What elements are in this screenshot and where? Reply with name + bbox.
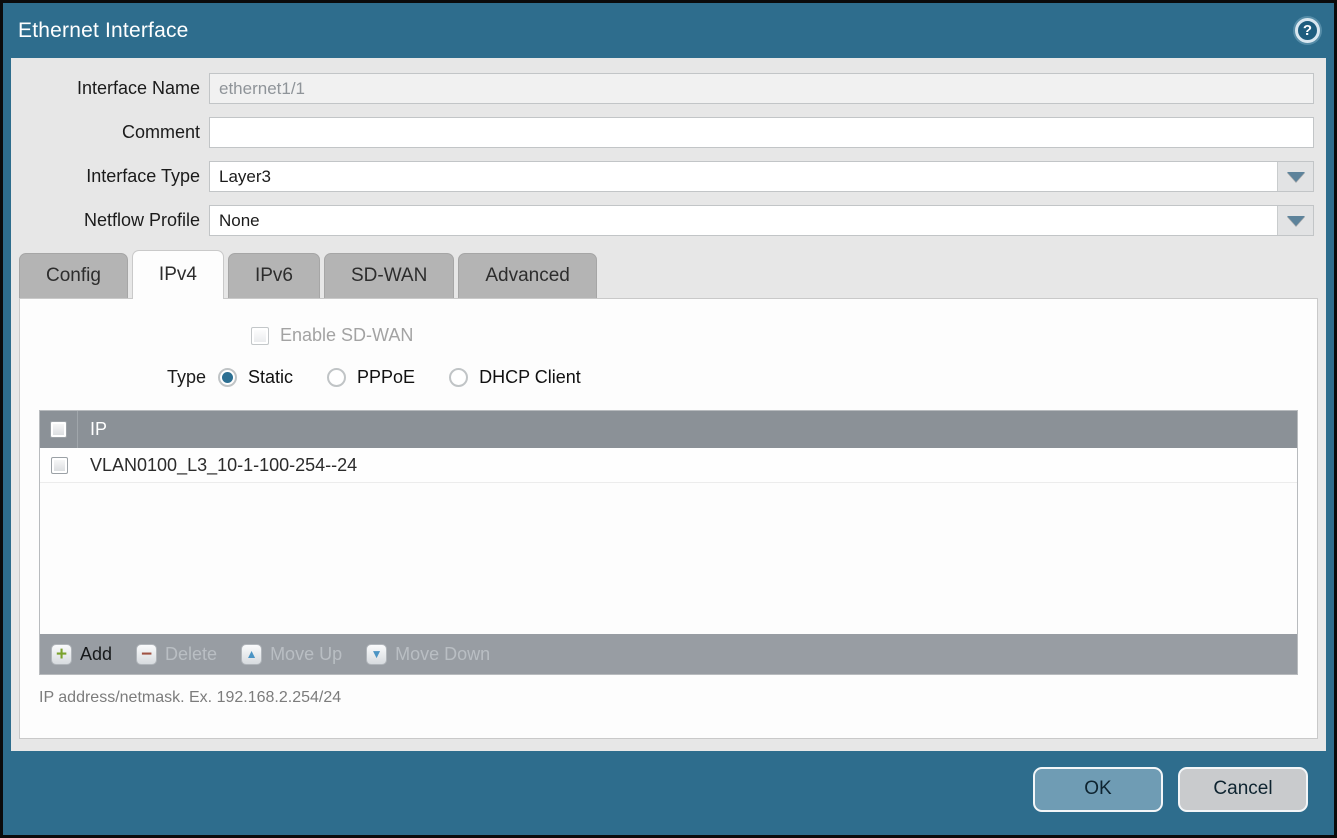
interface-type-input[interactable] <box>210 162 1277 191</box>
interface-type-row: Interface Type <box>11 161 1314 192</box>
interface-type-label: Interface Type <box>11 166 209 187</box>
dialog-footer: OK Cancel <box>3 751 1334 835</box>
ip-format-hint: IP address/netmask. Ex. 192.168.2.254/24 <box>39 689 1298 707</box>
ip-column-header: IP <box>78 419 107 440</box>
radio-dot <box>222 372 233 383</box>
interface-name-input <box>210 74 1313 103</box>
minus-icon: − <box>136 644 157 665</box>
enable-sdwan-row: Enable SD-WAN <box>251 325 1317 346</box>
add-button-label: Add <box>80 644 112 665</box>
type-row: Type Static PPPoE DHCP Client <box>20 367 1317 388</box>
type-label: Type <box>20 367 218 388</box>
radio-dhcp-control[interactable] <box>449 368 468 387</box>
radio-pppoe-label: PPPoE <box>357 367 415 388</box>
enable-sdwan-label: Enable SD-WAN <box>280 325 413 346</box>
radio-static[interactable]: Static <box>218 367 293 388</box>
radio-pppoe-control[interactable] <box>327 368 346 387</box>
comment-label: Comment <box>11 122 209 143</box>
netflow-profile-field <box>209 205 1314 236</box>
tab-ipv4[interactable]: IPv4 <box>132 250 224 299</box>
title-bar: Ethernet Interface ? <box>3 3 1334 58</box>
cancel-button[interactable]: Cancel <box>1178 767 1308 812</box>
comment-field <box>209 117 1314 148</box>
tab-ipv6[interactable]: IPv6 <box>228 253 320 298</box>
help-icon[interactable]: ? <box>1295 18 1320 43</box>
select-all-checkbox[interactable] <box>50 421 67 438</box>
netflow-profile-row: Netflow Profile <box>11 205 1314 236</box>
tab-strip: Config IPv4 IPv6 SD-WAN Advanced <box>11 249 1326 298</box>
chevron-down-icon <box>1287 216 1305 226</box>
table-toolbar: + Add − Delete ▲ Move Up ▼ Move Down <box>40 634 1297 674</box>
interface-name-label: Interface Name <box>11 78 209 99</box>
radio-dhcp-label: DHCP Client <box>479 367 581 388</box>
tab-sdwan[interactable]: SD-WAN <box>324 253 454 298</box>
radio-static-control[interactable] <box>218 368 237 387</box>
move-down-button-label: Move Down <box>395 644 490 665</box>
interface-name-field <box>209 73 1314 104</box>
chevron-down-icon <box>1287 172 1305 182</box>
delete-button-label: Delete <box>165 644 217 665</box>
row-checkbox[interactable] <box>51 457 68 474</box>
dialog-title: Ethernet Interface <box>18 19 189 43</box>
move-up-button-label: Move Up <box>270 644 342 665</box>
add-button[interactable]: + Add <box>51 644 112 665</box>
netflow-profile-dropdown-button[interactable] <box>1277 206 1313 235</box>
interface-type-field <box>209 161 1314 192</box>
ok-button[interactable]: OK <box>1033 767 1163 812</box>
ip-cell-value: VLAN0100_L3_10-1-100-254--24 <box>78 455 357 476</box>
comment-input[interactable] <box>210 118 1313 147</box>
delete-button[interactable]: − Delete <box>136 644 217 665</box>
row-checkbox-cell <box>40 457 78 474</box>
interface-type-dropdown-button[interactable] <box>1277 162 1313 191</box>
arrow-up-icon: ▲ <box>241 644 262 665</box>
select-all-cell <box>40 411 78 448</box>
radio-dhcp-client[interactable]: DHCP Client <box>449 367 581 388</box>
interface-name-row: Interface Name <box>11 73 1314 104</box>
tab-config[interactable]: Config <box>19 253 128 298</box>
radio-pppoe[interactable]: PPPoE <box>327 367 415 388</box>
table-empty-area <box>40 483 1297 634</box>
ip-table: IP VLAN0100_L3_10-1-100-254--24 + Add − <box>39 410 1298 675</box>
netflow-profile-input[interactable] <box>210 206 1277 235</box>
table-row[interactable]: VLAN0100_L3_10-1-100-254--24 <box>40 448 1297 483</box>
ipv4-tab-panel: Enable SD-WAN Type Static PPPoE DHCP Cli… <box>19 298 1318 739</box>
ethernet-interface-dialog: Ethernet Interface ? Interface Name Comm… <box>0 0 1337 838</box>
comment-row: Comment <box>11 117 1314 148</box>
dialog-body: Interface Name Comment Interface Type <box>11 58 1326 751</box>
arrow-down-icon: ▼ <box>366 644 387 665</box>
netflow-profile-label: Netflow Profile <box>11 210 209 231</box>
move-up-button[interactable]: ▲ Move Up <box>241 644 342 665</box>
radio-static-label: Static <box>248 367 293 388</box>
move-down-button[interactable]: ▼ Move Down <box>366 644 490 665</box>
ip-table-header: IP <box>40 411 1297 448</box>
tab-advanced[interactable]: Advanced <box>458 253 597 298</box>
enable-sdwan-checkbox <box>251 327 269 345</box>
plus-icon: + <box>51 644 72 665</box>
